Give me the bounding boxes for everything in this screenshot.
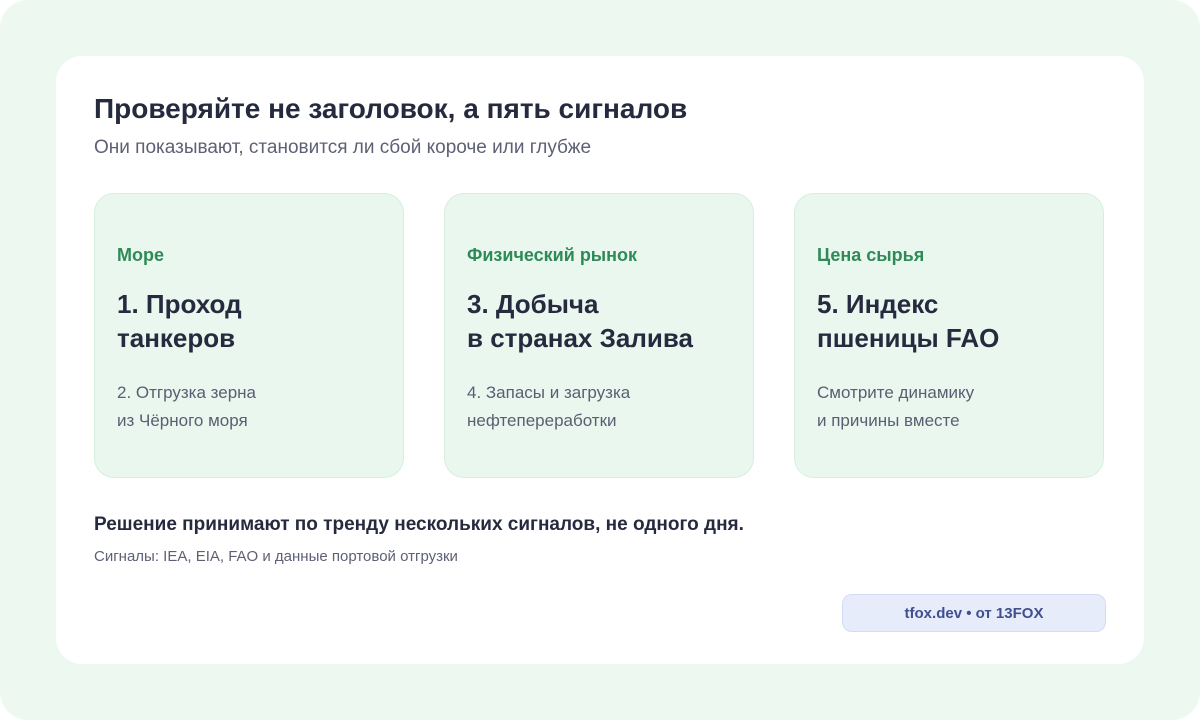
- decision-note: Решение принимают по тренду нескольких с…: [94, 514, 744, 535]
- tile-heading-line: пшеницы FAO: [817, 323, 1000, 353]
- tile-note-line: из Чёрного моря: [117, 411, 248, 430]
- tile-heading-line: в странах Залива: [467, 323, 693, 353]
- page-title: Проверяйте не заголовок, а пять сигналов: [94, 93, 688, 124]
- tile-heading-line: 3. Добыча: [467, 289, 599, 319]
- page-background: Проверяйте не заголовок, а пять сигналов…: [0, 0, 1200, 720]
- tile-heading-line: 5. Индекс: [817, 289, 939, 319]
- tile-category: Физический рынок: [467, 245, 638, 265]
- tile-note: 2. Отгрузка зерна из Чёрного моря: [117, 379, 256, 435]
- sources-caption: Сигналы: IEA, EIA, FAO и данные портовой…: [94, 548, 458, 565]
- tile-note: 4. Запасы и загрузка нефтепереработки: [467, 379, 630, 435]
- tile-note: Смотрите динамику и причины вместе: [817, 379, 974, 435]
- signal-tile-commodity-price: Цена сырья 5. Индекс пшеницы FAO Смотрит…: [794, 193, 1104, 478]
- tile-heading: 1. Проход танкеров: [117, 287, 242, 355]
- signal-tile-physical-market: Физический рынок 3. Добыча в странах Зал…: [444, 193, 754, 478]
- tile-category: Цена сырья: [817, 245, 925, 265]
- signals-card: Проверяйте не заголовок, а пять сигналов…: [56, 56, 1144, 664]
- signal-tile-sea: Море 1. Проход танкеров 2. Отгрузка зерн…: [94, 193, 404, 478]
- tile-note-line: 2. Отгрузка зерна: [117, 383, 257, 402]
- tile-heading: 3. Добыча в странах Залива: [467, 287, 693, 355]
- tile-heading-line: танкеров: [117, 323, 236, 353]
- tile-category: Море: [117, 245, 164, 265]
- tile-heading-line: 1. Проход: [117, 289, 242, 319]
- tile-note-line: 4. Запасы и загрузка: [467, 383, 631, 402]
- page-subtitle: Они показывают, становится ли сбой короч…: [94, 137, 592, 158]
- tile-heading: 5. Индекс пшеницы FAO: [817, 287, 999, 355]
- tile-note-line: Смотрите динамику: [817, 383, 975, 402]
- tile-note-line: нефтепереработки: [467, 411, 617, 430]
- tile-note-line: и причины вместе: [817, 411, 960, 430]
- brand-badge-link[interactable]: tfox.dev • от 13FOX: [842, 594, 1106, 632]
